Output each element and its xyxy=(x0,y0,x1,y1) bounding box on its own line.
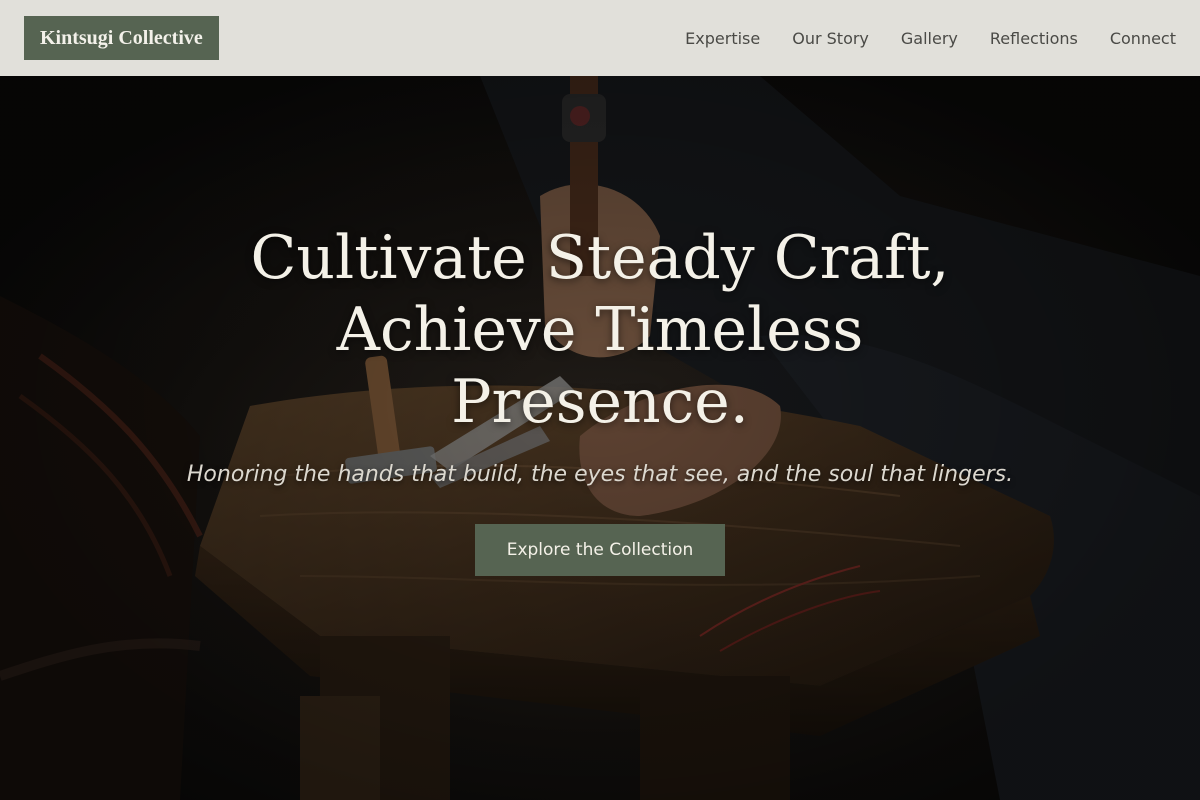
nav-link-reflections[interactable]: Reflections xyxy=(990,29,1078,48)
nav-item-connect: Connect xyxy=(1110,29,1176,48)
hero-section: Cultivate Steady Craft, Achieve Timeless… xyxy=(0,76,1200,800)
nav-link-gallery[interactable]: Gallery xyxy=(901,29,958,48)
nav-link-expertise[interactable]: Expertise xyxy=(685,29,760,48)
site-header: Kintsugi Collective Expertise Our Story … xyxy=(0,0,1200,76)
hero-title: Cultivate Steady Craft, Achieve Timeless… xyxy=(250,223,950,437)
nav-item-reflections: Reflections xyxy=(990,29,1078,48)
nav-item-gallery: Gallery xyxy=(901,29,958,48)
nav-link-our-story[interactable]: Our Story xyxy=(792,29,869,48)
logo[interactable]: Kintsugi Collective xyxy=(24,16,219,60)
explore-collection-button[interactable]: Explore the Collection xyxy=(475,524,725,576)
nav-link-connect[interactable]: Connect xyxy=(1110,29,1176,48)
nav-list: Expertise Our Story Gallery Reflections … xyxy=(685,0,1176,76)
hero-subtitle: Honoring the hands that build, the eyes … xyxy=(186,462,1014,487)
nav-item-expertise: Expertise xyxy=(685,29,760,48)
nav-item-our-story: Our Story xyxy=(792,29,869,48)
hero-content: Cultivate Steady Craft, Achieve Timeless… xyxy=(0,222,1200,576)
page: Kintsugi Collective Expertise Our Story … xyxy=(0,0,1200,800)
